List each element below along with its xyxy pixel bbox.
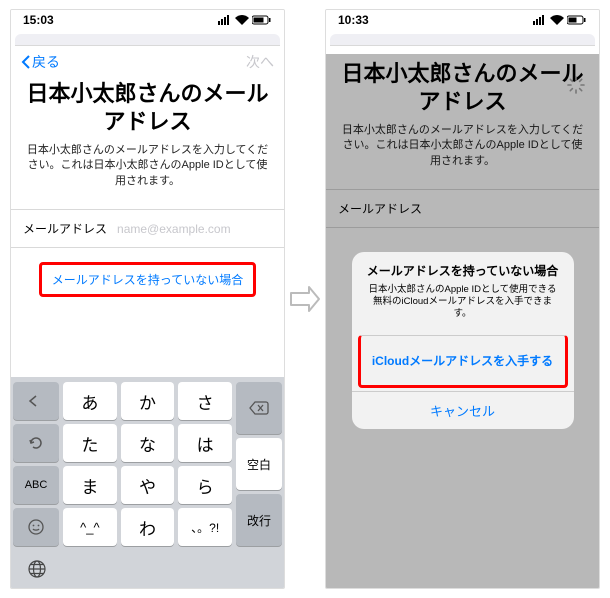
- loading-spinner-icon: [567, 76, 585, 94]
- email-row[interactable]: メールアドレス name@example.com: [11, 209, 284, 248]
- kb-key[interactable]: わ: [121, 508, 175, 546]
- kb-key[interactable]: た: [63, 424, 117, 462]
- flow-arrow-icon: [288, 284, 322, 314]
- alert-action-button[interactable]: iCloudメールアドレスを入手する: [361, 345, 565, 376]
- kb-abc[interactable]: ABC: [13, 466, 59, 504]
- kb-key[interactable]: さ: [178, 382, 232, 420]
- nav-bar: 戻る 次へ: [11, 46, 284, 74]
- kb-key[interactable]: ら: [178, 466, 232, 504]
- status-icons: [533, 15, 587, 25]
- kb-undo[interactable]: [13, 424, 59, 462]
- kb-key[interactable]: 、。?!: [178, 508, 232, 546]
- right-phone: 10:33 日本小太郎さんのメールアドレス 日本小太郎さんのメールアドレスを入力…: [325, 9, 600, 589]
- jp-keyboard: ABC あ か さ た な は ま や ら: [11, 377, 284, 588]
- noemail-alert: メールアドレスを持っていない場合 日本小太郎さんのApple IDとして使用でき…: [352, 252, 574, 429]
- noemail-link[interactable]: メールアドレスを持っていない場合: [39, 262, 256, 297]
- globe-icon: [27, 559, 47, 579]
- kb-return[interactable]: 改行: [236, 494, 282, 546]
- kb-key[interactable]: や: [121, 466, 175, 504]
- kb-globe[interactable]: [13, 550, 61, 588]
- kb-key[interactable]: か: [121, 382, 175, 420]
- page-title: 日本小太郎さんのメールアドレス: [11, 74, 284, 143]
- nav-bar: [326, 46, 599, 54]
- alert-body: 日本小太郎さんのApple IDとして使用できる無料のiCloudメールアドレス…: [352, 282, 574, 331]
- alert-title: メールアドレスを持っていない場合: [352, 252, 574, 282]
- kb-space[interactable]: 空白: [236, 438, 282, 490]
- kb-emoji[interactable]: [13, 508, 59, 546]
- left-phone: 15:03 戻る 次へ 日本小太郎さんのメールアドレス 日本小太郎さんのメールア…: [10, 9, 285, 589]
- status-icons: [218, 15, 272, 25]
- page-subtext: 日本小太郎さんのメールアドレスを入力してください。これは日本小太郎さんのAppl…: [11, 143, 284, 201]
- kb-arrow-left[interactable]: [13, 382, 59, 420]
- alert-action-highlight: iCloudメールアドレスを入手する: [358, 335, 568, 388]
- sheet-handle: [15, 34, 280, 46]
- status-time: 15:03: [23, 13, 54, 27]
- back-button[interactable]: 戻る: [21, 52, 60, 72]
- sheet-handle: [330, 34, 595, 46]
- kb-backspace[interactable]: [236, 382, 282, 434]
- next-button: 次へ: [246, 52, 274, 72]
- email-input[interactable]: name@example.com: [117, 222, 272, 236]
- back-label: 戻る: [32, 52, 60, 72]
- noemail-link-row: メールアドレスを持っていない場合: [11, 248, 284, 311]
- kb-key[interactable]: ^_^: [63, 508, 117, 546]
- kb-key[interactable]: な: [121, 424, 175, 462]
- kb-key[interactable]: ま: [63, 466, 117, 504]
- kb-key[interactable]: は: [178, 424, 232, 462]
- alert-cancel-button[interactable]: キャンセル: [352, 391, 574, 429]
- status-bar: 10:33: [326, 10, 599, 30]
- email-label: メールアドレス: [23, 220, 107, 237]
- status-bar: 15:03: [11, 10, 284, 30]
- status-time: 10:33: [338, 13, 369, 27]
- chevron-left-icon: [21, 55, 31, 69]
- kb-key[interactable]: あ: [63, 382, 117, 420]
